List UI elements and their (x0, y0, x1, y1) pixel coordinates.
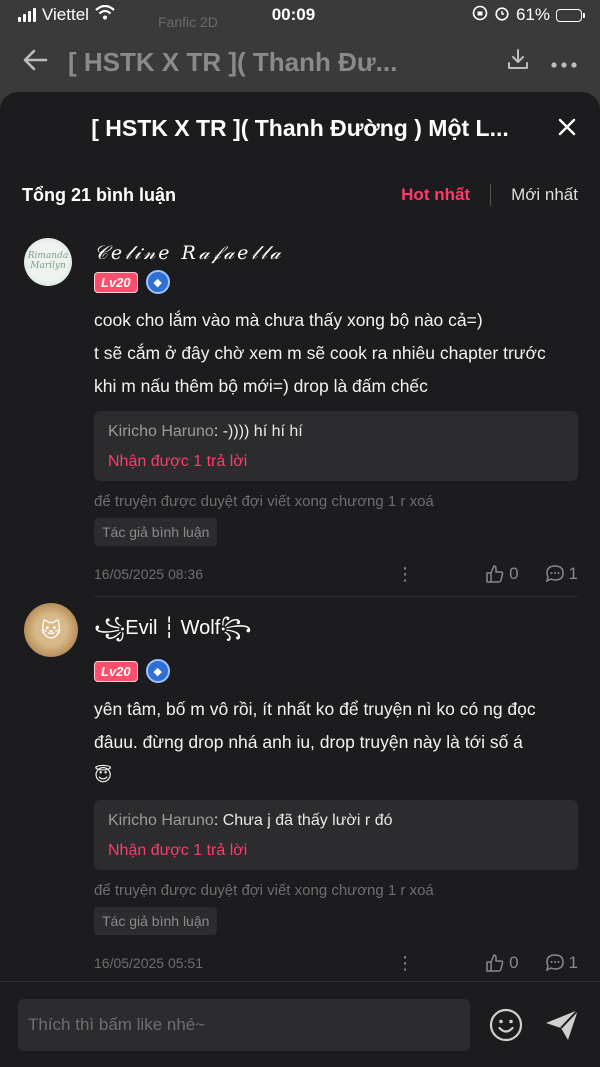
comment-icon (545, 954, 564, 972)
background-header: [ HSTK X TR ]( Thanh Đư... (0, 34, 600, 90)
level-badge: Lv20 (94, 271, 138, 293)
comment-item: 🐱 ꧁Evil ┆ Wolf꧂ Lv20 ◆ yên tâm, bố m vô … (0, 597, 600, 985)
close-icon[interactable] (558, 114, 576, 140)
reply-text: Kiricho Haruno: Chưa j đã thấy lười r đó (108, 812, 564, 830)
comment-date: 16/05/2025 05:51 (94, 955, 203, 971)
comment-text: cook cho lắm vào mà chưa thấy xong bộ nà… (94, 304, 578, 403)
more-options-icon[interactable]: ⋮ (385, 953, 425, 974)
tab-newest[interactable]: Mới nhất (511, 185, 578, 205)
reply-preview[interactable]: Kiricho Haruno: Chưa j đã thấy lười r đó… (94, 800, 578, 870)
reply-text: Kiricho Haruno: -)))) hí hí hí (108, 423, 564, 441)
battery-percent: 61% (515, 5, 550, 24)
comment-meta: 16/05/2025 08:36 ⋮ 0 1 (94, 552, 578, 596)
tab-divider (490, 184, 492, 206)
comment-toolbar: Tổng 21 bình luận Hot nhất Mới nhất (0, 164, 600, 226)
reply-button[interactable]: 1 (545, 953, 578, 973)
reply-author: Kiricho Haruno (108, 812, 214, 829)
comment-line: đâuu. đừng drop nhá anh iu, drop truyện … (94, 732, 523, 752)
reply-count: 1 (568, 953, 578, 972)
comment-meta: 16/05/2025 05:51 ⋮ 0 1 (94, 941, 578, 985)
reply-count-link[interactable]: Nhận được 1 trả lời (108, 842, 564, 860)
thumbs-up-icon (486, 954, 504, 972)
avatar[interactable]: 🐱 (24, 603, 78, 657)
comment-line: cook cho lắm vào mà chưa thấy xong bộ nà… (94, 310, 483, 330)
avatar[interactable]: Rimanda Marilyn (24, 238, 72, 286)
like-count: 0 (509, 564, 519, 583)
sheet-title: [ HSTK X TR ]( Thanh Đường ) Một L... (91, 114, 509, 141)
avatar-cat-icon: 🐱 (40, 619, 62, 642)
reply-button[interactable]: 1 (545, 564, 578, 584)
reply-author: Kiricho Haruno (108, 423, 214, 440)
more-options-icon[interactable]: ⋮ (385, 564, 425, 585)
comment-text: yên tâm, bố m vô rồi, ít nhất ko để truy… (94, 693, 578, 792)
reply-content: : -)))) hí hí hí (213, 423, 303, 440)
avatar-signature: Rimanda Marilyn (27, 251, 69, 271)
comment-line: yên tâm, bố m vô rồi, ít nhất ko để truy… (94, 699, 536, 719)
battery-icon (556, 8, 585, 22)
status-bar: Viettel 00:09 61% (0, 0, 600, 30)
send-icon[interactable] (542, 1005, 582, 1045)
orientation-lock-icon (472, 5, 488, 26)
comment-sheet: [ HSTK X TR ]( Thanh Đường ) Một L... Tổ… (0, 92, 600, 1067)
comment-line: khi m nấu thêm bộ mới=) drop là đấm chếc (94, 376, 428, 396)
comment-date: 16/05/2025 08:36 (94, 566, 203, 582)
back-arrow-icon[interactable] (22, 45, 48, 79)
reply-count-link[interactable]: Nhận được 1 trả lời (108, 453, 564, 471)
comment-total: Tổng 21 bình luận (22, 184, 176, 205)
comment-author[interactable]: 𝒞𝑒𝓁𝒾𝓃𝑒 𝑅𝒶𝒻𝒶𝑒𝓁𝓁𝒶 (94, 242, 578, 264)
signal-icon (18, 8, 36, 22)
status-time: 00:09 (271, 5, 316, 24)
carrier-name: Viettel (42, 5, 89, 24)
reply-count: 1 (568, 564, 578, 583)
emoji-icon[interactable] (486, 1005, 526, 1045)
comment-note: để truyện được duyệt đợi viết xong chươn… (94, 882, 434, 899)
like-count: 0 (509, 953, 519, 972)
comment-item: Rimanda Marilyn 𝒞𝑒𝓁𝒾𝓃𝑒 𝑅𝒶𝒻𝒶𝑒𝓁𝓁𝒶 Lv20 ◆ c… (0, 226, 600, 597)
comment-line: t sẽ cắm ở đây chờ xem m sẽ cook ra nhiê… (94, 343, 546, 363)
reply-content: : Chưa j đã thấy lười r đó (213, 812, 393, 829)
alarm-icon (494, 5, 510, 26)
comment-list: Rimanda Marilyn 𝒞𝑒𝓁𝒾𝓃𝑒 𝑅𝒶𝒻𝒶𝑒𝓁𝓁𝒶 Lv20 ◆ c… (0, 226, 600, 985)
comment-author[interactable]: ꧁Evil ┆ Wolf꧂ (94, 613, 578, 653)
reply-preview[interactable]: Kiricho Haruno: -)))) hí hí hí Nhận được… (94, 411, 578, 481)
background-title: [ HSTK X TR ]( Thanh Đư... (68, 46, 398, 77)
wifi-icon (95, 4, 115, 25)
medal-icon: ◆ (145, 659, 170, 683)
comment-input[interactable] (18, 998, 470, 1051)
more-icon[interactable] (550, 49, 578, 75)
sort-tabs: Hot nhất Mới nhất (401, 184, 578, 206)
thumbs-up-icon (486, 565, 504, 583)
sheet-header: [ HSTK X TR ]( Thanh Đường ) Một L... (0, 92, 600, 164)
comment-icon (545, 565, 564, 583)
like-button[interactable]: 0 (485, 953, 519, 973)
tab-hot[interactable]: Hot nhất (401, 185, 470, 205)
comment-input-bar (0, 981, 600, 1067)
author-comment-tag: Tác giả bình luận (94, 907, 218, 935)
like-button[interactable]: 0 (485, 564, 519, 584)
comment-line: 😇 (94, 765, 113, 785)
medal-icon: ◆ (145, 270, 170, 294)
author-comment-tag: Tác giả bình luận (94, 518, 218, 546)
level-badge: Lv20 (94, 660, 138, 682)
comment-note: để truyện được duyệt đợi viết xong chươn… (94, 493, 434, 510)
download-icon[interactable] (506, 47, 530, 77)
